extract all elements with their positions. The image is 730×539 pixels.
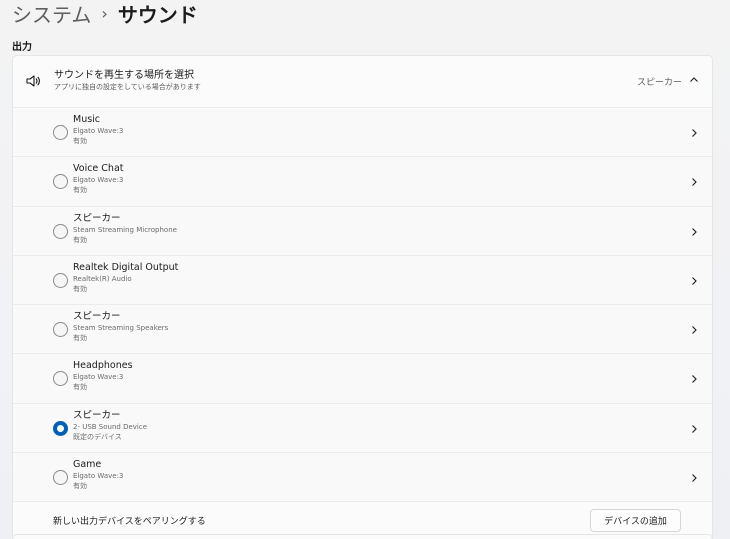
chevron-right-icon[interactable] [690, 473, 698, 483]
device-row[interactable]: Headphones Elgato Wave:3 有効 [13, 354, 712, 404]
radio-selected[interactable] [53, 420, 68, 436]
device-name: Voice Chat [73, 163, 124, 175]
device-text: Game Elgato Wave:3 有効 [73, 459, 123, 491]
device-text: Headphones Elgato Wave:3 有効 [73, 360, 133, 392]
chevron-right-icon[interactable] [690, 227, 698, 237]
device-description: Elgato Wave:3 [73, 127, 124, 135]
device-status: 有効 [73, 186, 87, 195]
device-name: スピーカー [73, 409, 121, 421]
output-selector-text: サウンドを再生する場所を選択 アプリに独自の設定をしている場合があります [54, 69, 201, 93]
device-status: 有効 [73, 235, 87, 244]
device-name: Headphones [73, 360, 133, 372]
device-row[interactable]: Voice Chat Elgato Wave:3 有効 [13, 157, 712, 207]
section-label-output: 出力 [12, 42, 32, 53]
device-text: Realtek Digital Output Realtek(R) Audio 有効 [73, 262, 178, 294]
device-description: Steam Streaming Speakers [73, 324, 169, 333]
add-device-button[interactable]: デバイスの追加 [590, 509, 681, 533]
device-status: 有効 [73, 482, 87, 491]
device-row[interactable]: Music Elgato Wave:3 有効 [13, 108, 712, 158]
speaker-icon [26, 75, 40, 87]
chevron-right-icon[interactable] [690, 374, 698, 384]
device-status: 有効 [73, 137, 87, 145]
device-list: Music Elgato Wave:3 有効 Voice Chat Elgato Wav… [13, 108, 712, 503]
chevron-right-icon[interactable] [690, 276, 698, 286]
chevron-right-icon[interactable] [690, 177, 698, 187]
output-panel: サウンドを再生する場所を選択 アプリに独自の設定をしている場合があります スピー… [12, 55, 713, 539]
device-row[interactable]: Game Elgato Wave:3 有効 [13, 453, 712, 503]
radio-button[interactable] [53, 223, 68, 239]
pair-device-row: 新しい出力デバイスをペアリングする デバイスの追加 [13, 502, 712, 539]
device-name: Game [73, 459, 102, 471]
device-status: 既定のデバイス [73, 432, 122, 441]
radio-button[interactable] [53, 272, 68, 288]
device-description: Elgato Wave:3 [73, 472, 124, 481]
device-description: 2- USB Sound Device [73, 422, 148, 431]
radio-button[interactable] [53, 322, 68, 338]
device-text: Music Elgato Wave:3 有効 [73, 114, 123, 146]
radio-button[interactable] [53, 470, 68, 486]
device-name: スピーカー [73, 212, 121, 224]
radio-button[interactable] [53, 371, 68, 387]
chevron-up-icon[interactable] [689, 75, 699, 85]
device-status: 有効 [73, 383, 87, 392]
output-selector-current-value: スピーカー [636, 78, 682, 88]
output-selector-subtitle: アプリに独自の設定をしている場合があります [54, 83, 201, 91]
device-status: 有効 [73, 334, 87, 343]
radio-button[interactable] [53, 125, 68, 140]
device-row[interactable]: スピーカー Steam Streaming Microphone 有効 [13, 206, 712, 256]
radio-button[interactable] [53, 174, 68, 190]
device-text: スピーカー Steam Streaming Speakers 有効 [73, 311, 168, 343]
device-row[interactable]: スピーカー Steam Streaming Speakers 有効 [13, 305, 712, 355]
device-text: スピーカー Steam Streaming Microphone 有効 [73, 213, 177, 245]
device-row[interactable]: Realtek Digital Output Realtek(R) Audio 有効 [13, 255, 712, 306]
device-description: Elgato Wave:3 [73, 373, 124, 382]
breadcrumb-separator: › [101, 3, 108, 23]
page-title: サウンド [117, 2, 198, 27]
chevron-right-icon[interactable] [690, 128, 698, 138]
chevron-right-icon[interactable] [690, 424, 698, 434]
output-selector-title: サウンドを再生する場所を選択 [54, 70, 194, 81]
device-description: Realtek(R) Audio [73, 274, 132, 283]
chevron-right-icon[interactable] [690, 325, 698, 335]
pair-device-label: 新しい出力デバイスをペアリングする [53, 517, 206, 528]
device-name: スピーカー [73, 311, 121, 323]
device-description: Elgato Wave:3 [73, 176, 124, 185]
output-selector-header[interactable]: サウンドを再生する場所を選択 アプリに独自の設定をしている場合があります スピー… [13, 56, 712, 108]
device-status: 有効 [73, 284, 87, 293]
next-section-card [12, 534, 713, 539]
device-name: Music [73, 114, 101, 125]
breadcrumb-parent-link[interactable]: システム [12, 0, 91, 28]
device-name: Realtek Digital Output [73, 261, 179, 273]
device-text: Voice Chat Elgato Wave:3 有効 [73, 163, 124, 195]
device-text: スピーカー 2- USB Sound Device 既定のデバイス [73, 410, 147, 442]
breadcrumb: システム › サウンド [12, 0, 198, 28]
device-description: Steam Streaming Microphone [73, 225, 177, 234]
device-row[interactable]: スピーカー 2- USB Sound Device 既定のデバイス [13, 403, 712, 454]
